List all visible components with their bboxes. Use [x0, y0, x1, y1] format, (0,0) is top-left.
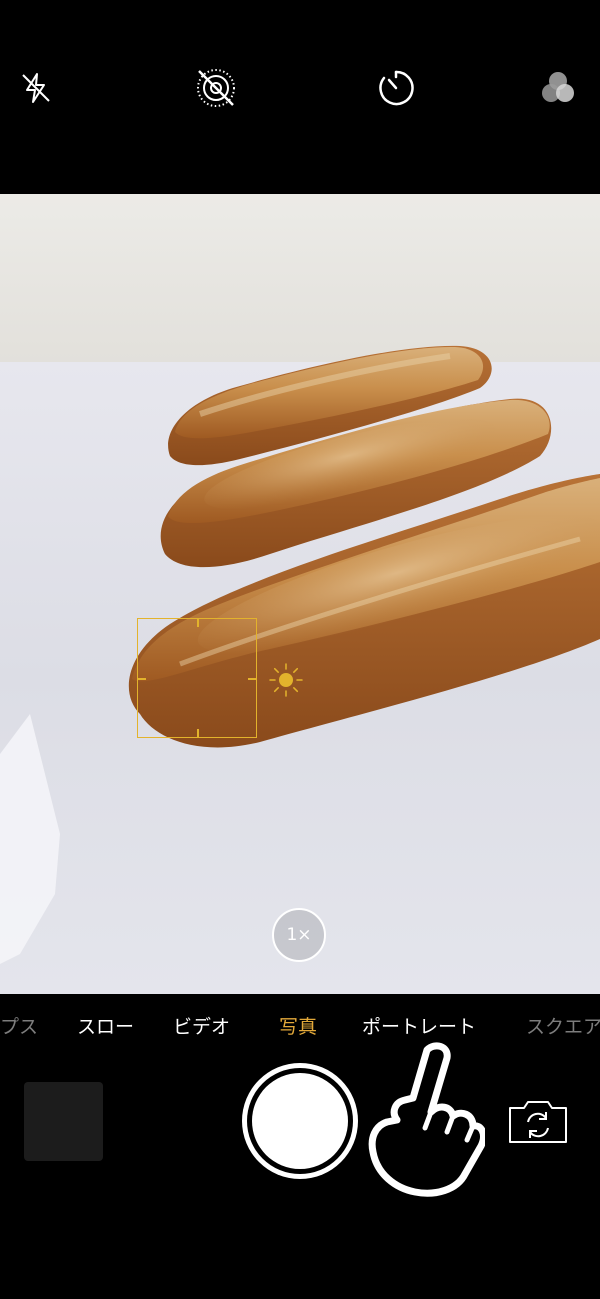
flash-off-icon[interactable]	[14, 66, 58, 110]
mode-timelapse[interactable]: プス	[0, 1012, 38, 1039]
mode-photo[interactable]: 写真	[279, 1012, 317, 1039]
exposure-sun-icon[interactable]	[266, 660, 306, 700]
filters-icon[interactable]	[536, 66, 580, 110]
top-toolbar	[0, 0, 600, 194]
zoom-label: 1×	[286, 925, 312, 945]
mode-square[interactable]: スクエア	[526, 1012, 600, 1039]
photo-thumbnail[interactable]	[24, 1082, 103, 1161]
camera-viewfinder[interactable]: 1×	[0, 194, 600, 994]
mode-video[interactable]: ビデオ	[173, 1012, 230, 1039]
bottom-controls	[0, 1058, 600, 1299]
camera-flip-icon[interactable]	[506, 1096, 570, 1148]
shutter-button[interactable]	[242, 1063, 358, 1179]
live-photo-off-icon[interactable]	[194, 66, 238, 110]
mode-slow-motion[interactable]: スロー	[77, 1012, 134, 1039]
timer-icon[interactable]	[374, 66, 418, 110]
focus-box	[137, 618, 257, 738]
hand-pointer-icon	[365, 1040, 487, 1200]
zoom-button[interactable]: 1×	[272, 908, 326, 962]
viewfinder-scene	[0, 194, 600, 994]
mode-portrait[interactable]: ポートレート	[362, 1012, 476, 1039]
camera-mode-selector: プス スロー ビデオ 写真 ポートレート スクエア	[0, 994, 600, 1058]
